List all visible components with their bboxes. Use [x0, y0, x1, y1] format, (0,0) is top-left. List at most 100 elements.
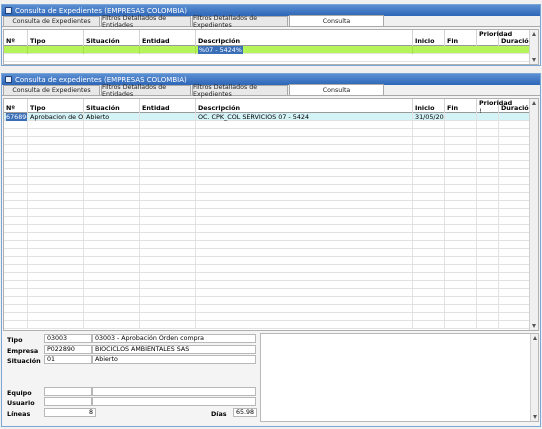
row-duracion[interactable] [499, 113, 531, 121]
col-situacion[interactable]: Situación [84, 99, 140, 113]
tab-consulta[interactable]: Consulta [289, 84, 384, 95]
scrollbar[interactable] [529, 30, 538, 64]
table-cell [28, 185, 84, 193]
row-fin[interactable] [445, 113, 477, 121]
filter-cell[interactable] [84, 46, 140, 54]
scroll-up-icon[interactable] [532, 32, 536, 36]
filter-cell[interactable] [4, 46, 28, 54]
table-cell [140, 129, 196, 137]
scroll-up-icon[interactable] [532, 101, 536, 105]
tab-consulta[interactable]: Consulta [289, 15, 384, 26]
row-situacion[interactable]: Abierto [84, 113, 140, 121]
filter-descripcion-value: %07 - 5424% [198, 46, 243, 54]
table-cell [499, 121, 531, 129]
filter-cell[interactable] [28, 46, 84, 54]
dias-field: 65.98 [233, 408, 257, 417]
table-cell [445, 233, 477, 241]
scroll-down-icon[interactable] [532, 58, 536, 62]
scroll-up-icon[interactable] [532, 336, 537, 340]
col-prioridad[interactable]: Prioridad [477, 30, 512, 46]
table-cell [4, 121, 28, 129]
scrollbar[interactable] [529, 99, 538, 330]
empresa-code-field[interactable]: P022890 [44, 345, 92, 354]
tipo-code-field[interactable]: 03003 [44, 334, 92, 343]
row-no[interactable]: 676896 [4, 113, 28, 121]
usuario-code-field[interactable] [44, 397, 92, 406]
table-cell [445, 153, 477, 161]
table-cell [140, 273, 196, 281]
scroll-down-icon[interactable] [532, 324, 536, 328]
tab-consulta-expedientes[interactable]: Consulta de Expedientes [3, 85, 100, 95]
table-row [4, 233, 531, 241]
filter-cell[interactable] [140, 46, 196, 54]
col-inicio[interactable]: Inicio [413, 99, 445, 113]
table-cell [196, 209, 413, 217]
table-cell [28, 201, 84, 209]
notes-scrollbar[interactable] [530, 334, 538, 421]
table-row [4, 129, 531, 137]
col-entidad[interactable]: Entidad [140, 99, 196, 113]
table-cell [28, 161, 84, 169]
table-cell [445, 313, 477, 321]
scroll-down-icon[interactable] [532, 415, 537, 419]
col-duracion[interactable]: Duración [499, 30, 533, 46]
table-cell [28, 137, 84, 145]
table-cell [4, 233, 28, 241]
col-no[interactable]: Nº [4, 99, 28, 113]
col-descripcion[interactable]: Descripción [196, 30, 413, 46]
col-descripcion[interactable]: Descripción [196, 99, 413, 113]
table-cell [84, 289, 140, 297]
equipo-code-field[interactable] [44, 387, 92, 396]
row-prioridad[interactable] [477, 113, 499, 121]
col-situacion[interactable]: Situación [84, 30, 140, 46]
filter-row[interactable]: %07 - 5424% [4, 46, 529, 54]
table-cell [413, 209, 445, 217]
tab-filtros-entidades[interactable]: Filtros Detallados de Entidades [101, 84, 191, 98]
table-cell [196, 233, 413, 241]
table-cell [499, 297, 531, 305]
col-inicio[interactable]: Inicio [413, 30, 445, 46]
table-cell [196, 145, 413, 153]
table-cell [84, 225, 140, 233]
table-cell [413, 201, 445, 209]
col-duracion[interactable]: Duración [499, 99, 533, 113]
table-cell [445, 201, 477, 209]
col-tipo[interactable]: Tipo [28, 99, 84, 113]
tab-consulta-expedientes[interactable]: Consulta de Expedientes [3, 16, 100, 26]
table-row [4, 177, 531, 185]
table-row[interactable]: 676896 Aprobacion de O Abierto OC. CPK_C… [4, 113, 531, 121]
table-cell [4, 305, 28, 313]
table-cell [445, 225, 477, 233]
table-cell [445, 209, 477, 217]
row-tipo[interactable]: Aprobacion de O [28, 113, 84, 121]
table-cell [196, 257, 413, 265]
situacion-code-field[interactable]: 01 [44, 355, 92, 364]
col-entidad[interactable]: Entidad [140, 30, 196, 46]
col-tipo[interactable]: Tipo [28, 30, 84, 46]
table-cell [84, 193, 140, 201]
table-cell [499, 321, 531, 329]
grid-header: Nº Tipo Situación Entidad Descripción In… [4, 30, 533, 46]
col-fin[interactable]: Fin [445, 99, 477, 113]
table-cell [413, 281, 445, 289]
table-cell [84, 321, 140, 329]
table-cell [477, 121, 499, 129]
col-fin[interactable]: Fin [445, 30, 477, 46]
col-no[interactable]: Nº [4, 30, 28, 46]
tab-filtros-expedientes[interactable]: Filtros Detallados de Expedientes [192, 84, 288, 98]
notes-textarea[interactable] [260, 333, 539, 422]
row-descripcion[interactable]: OC. CPK_COL SERVICIOS 07 - 5424 [196, 113, 413, 121]
row-entidad[interactable] [140, 113, 196, 121]
table-cell [477, 185, 499, 193]
table-row [4, 313, 531, 321]
tab-filtros-expedientes[interactable]: Filtros Detallados de Expedientes [192, 15, 288, 29]
table-cell [28, 225, 84, 233]
table-cell [477, 249, 499, 257]
table-cell [28, 153, 84, 161]
table-cell [4, 241, 28, 249]
col-prioridad[interactable]: Prioridad ! [477, 99, 512, 115]
filter-descripcion-cell[interactable]: %07 - 5424% [196, 46, 413, 54]
row-inicio[interactable]: 31/05/2021 [413, 113, 445, 121]
table-row [4, 145, 531, 153]
tab-filtros-entidades[interactable]: Filtros Detallados de Entidades [101, 15, 191, 29]
